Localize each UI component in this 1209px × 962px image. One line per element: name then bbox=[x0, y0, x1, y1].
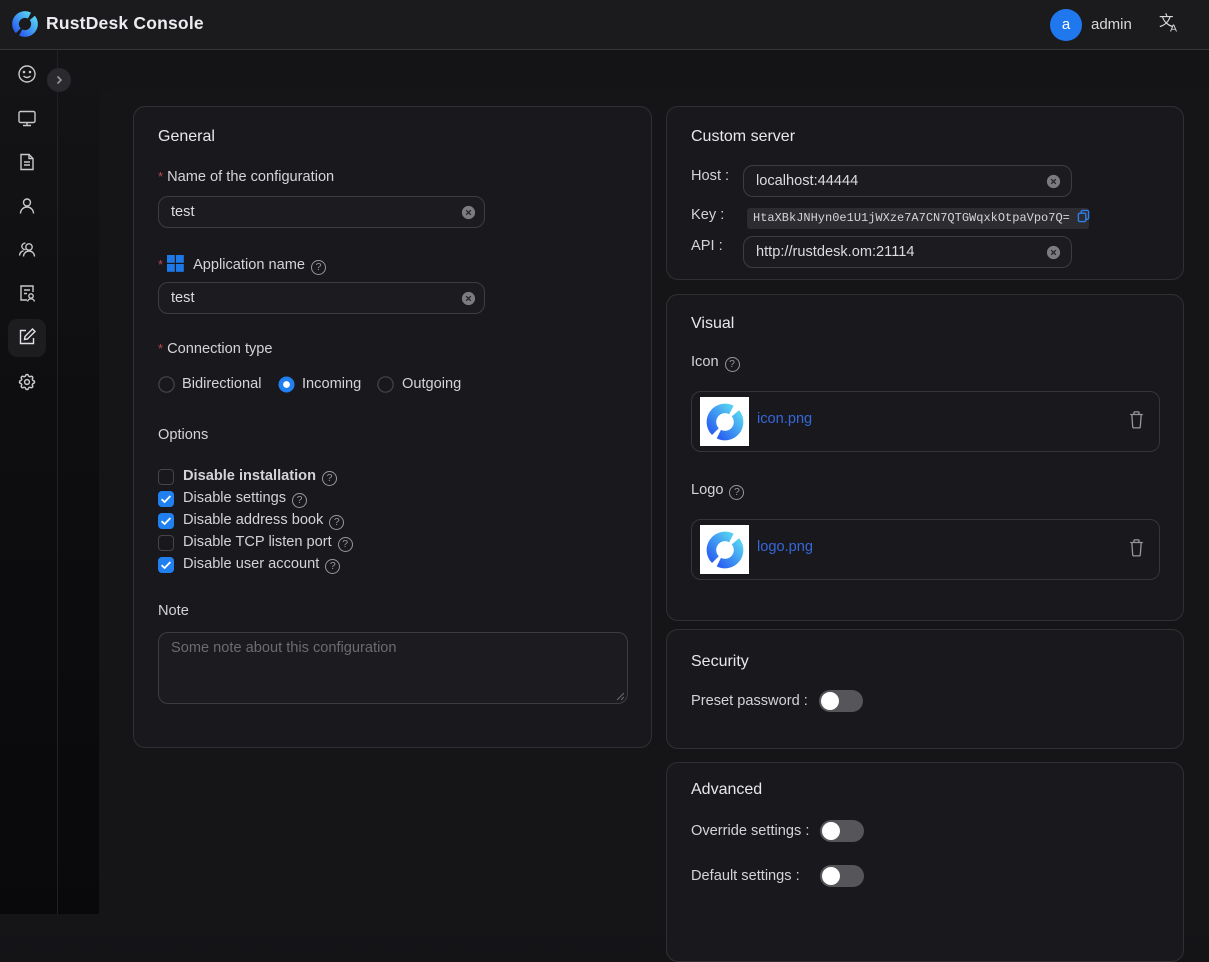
svg-text:A: A bbox=[1170, 23, 1177, 35]
